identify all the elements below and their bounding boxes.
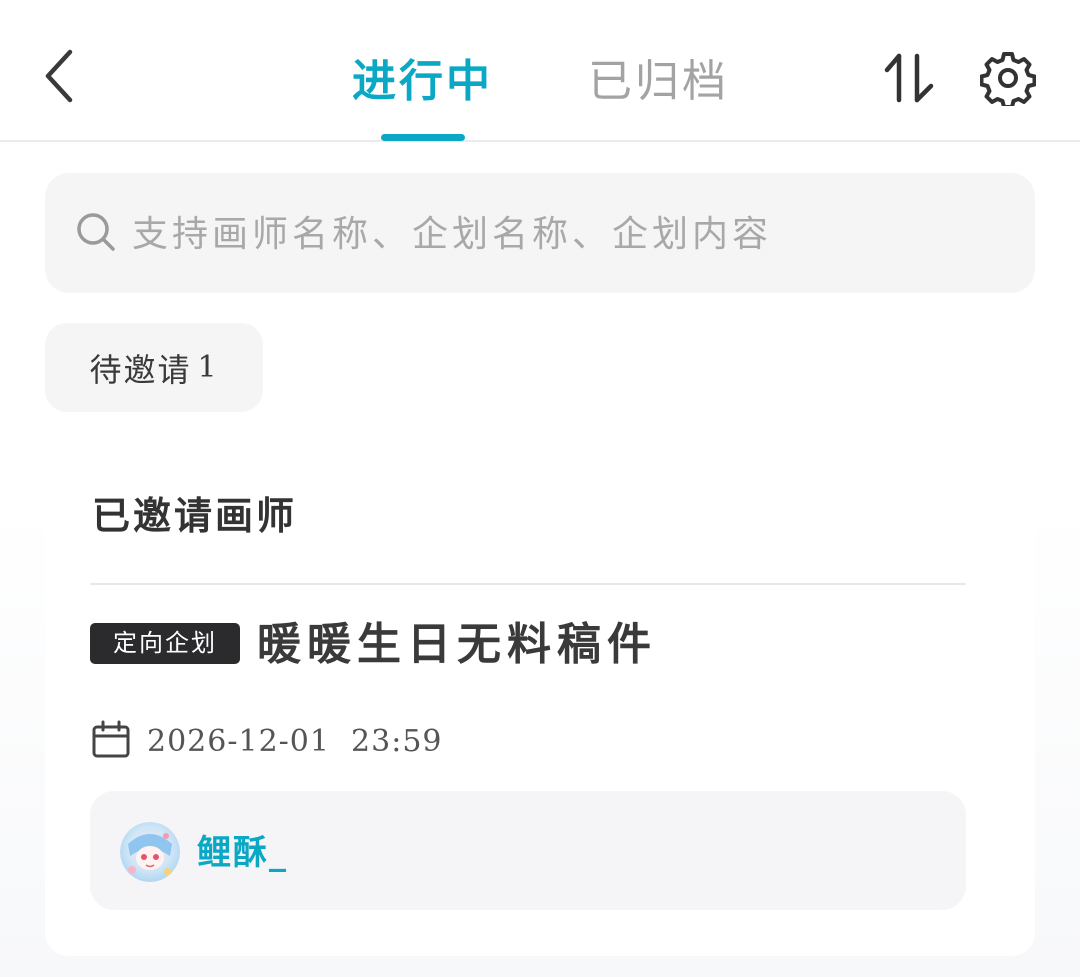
tab-archived[interactable]: 已归档 (588, 52, 729, 112)
tab-in-progress[interactable]: 进行中 (352, 52, 493, 112)
search-icon (77, 213, 115, 251)
app-screen: 进行中 已归档 待邀请 1 已邀请画师 定向企划 (0, 0, 1080, 977)
top-bar: 进行中 已归档 (0, 0, 1080, 142)
avatar[interactable] (120, 822, 180, 882)
settings-button[interactable] (976, 46, 1040, 110)
active-tab-indicator (381, 134, 465, 141)
calendar-icon (92, 720, 130, 758)
search-input[interactable] (132, 205, 1002, 263)
chevron-left-icon (45, 49, 73, 103)
artist-name[interactable]: 鲤酥_ (197, 830, 288, 876)
sort-button[interactable] (878, 48, 940, 108)
project-type-badge: 定向企划 (90, 623, 240, 664)
filter-chip-pending-invite[interactable]: 待邀请 1 (45, 323, 263, 412)
filter-chip-label: 待邀请 (89, 350, 192, 389)
deadline-text: 2026-12-01 23:59 (147, 724, 443, 759)
back-button[interactable] (30, 44, 90, 108)
filter-chip-count: 1 (197, 350, 219, 385)
project-title[interactable]: 暖暖生日无料稿件 (257, 614, 657, 676)
divider (90, 583, 966, 585)
sort-arrows-icon (884, 53, 934, 103)
gear-icon (980, 52, 1036, 106)
section-title: 已邀请画师 (92, 494, 298, 538)
avatar-image (120, 822, 180, 882)
